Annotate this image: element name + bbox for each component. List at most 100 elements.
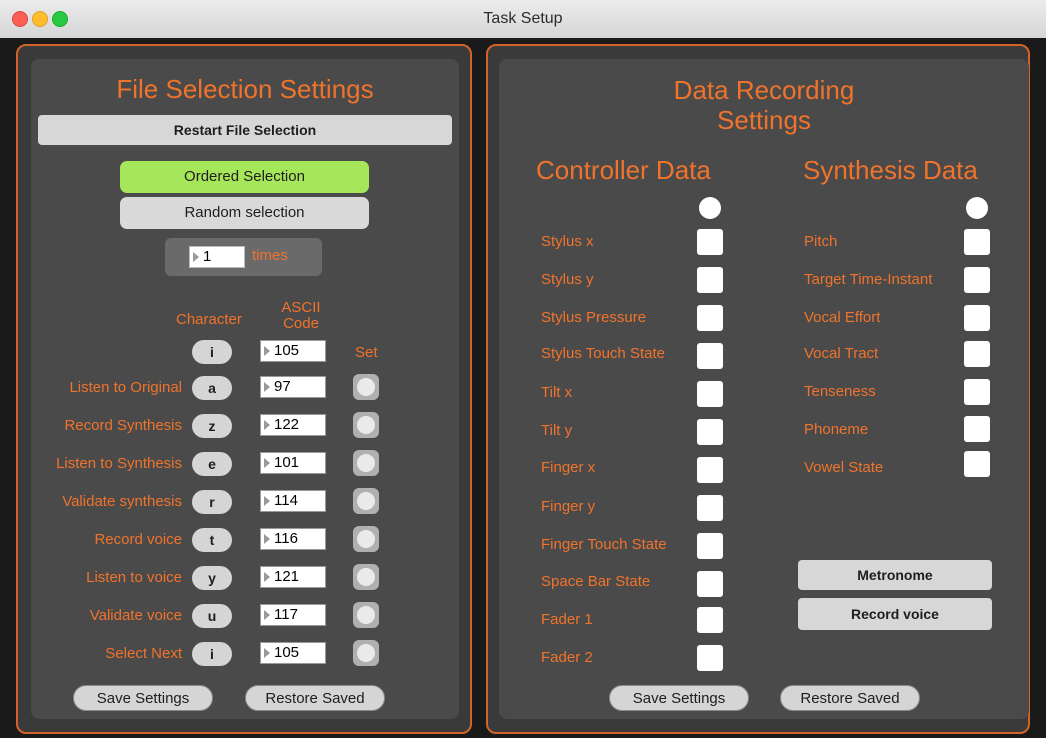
ascii-code-input[interactable]: 105: [260, 340, 326, 362]
set-button[interactable]: [353, 374, 379, 400]
controller-data-heading: Controller Data: [536, 155, 711, 185]
controller-item-label: Space Bar State: [541, 573, 651, 590]
controller-item-checkbox[interactable]: [697, 607, 723, 633]
controller-item-label: Finger y: [541, 498, 596, 515]
controller-item-checkbox[interactable]: [697, 645, 723, 671]
controller-item-label: Stylus x: [541, 233, 594, 250]
controller-item-label: Fader 1: [541, 611, 593, 628]
controller-item-checkbox[interactable]: [697, 533, 723, 559]
controller-item-label: Tilt y: [541, 422, 573, 439]
controller-item-checkbox[interactable]: [697, 343, 723, 369]
key-button[interactable]: y: [192, 566, 232, 590]
number-arrow-icon: [264, 346, 270, 356]
file-selection-heading: File Selection Settings: [116, 74, 374, 104]
ascii-code-input[interactable]: 105: [260, 642, 326, 664]
save-settings-button-right[interactable]: Save Settings: [609, 685, 749, 711]
action-label-record-synthesis: Record Synthesis: [64, 417, 182, 434]
key-button[interactable]: z: [192, 414, 232, 438]
key-button[interactable]: i: [192, 642, 232, 666]
synthesis-item-checkbox[interactable]: [964, 267, 990, 293]
window-title: Task Setup: [483, 10, 563, 27]
controller-item-label: Finger Touch State: [541, 536, 667, 553]
window-content: File Selection Settings Restart File Sel…: [0, 38, 1046, 738]
controller-item-checkbox[interactable]: [697, 305, 723, 331]
controller-item-checkbox[interactable]: [697, 495, 723, 521]
ascii-code-input[interactable]: 101: [260, 452, 326, 474]
synthesis-item-label: Vocal Effort: [804, 309, 881, 326]
synthesis-item-checkbox[interactable]: [964, 229, 990, 255]
key-button[interactable]: e: [192, 452, 232, 476]
column-character-label: Character: [176, 311, 242, 328]
ascii-code-input[interactable]: 121: [260, 566, 326, 588]
synthesis-item-label: Tenseness: [804, 383, 876, 400]
ascii-code-input[interactable]: 116: [260, 528, 326, 550]
key-button[interactable]: a: [192, 376, 232, 400]
controller-select-all-radio[interactable]: [699, 197, 721, 219]
restart-file-selection-button[interactable]: Restart File Selection: [38, 115, 452, 145]
synthesis-item-label: Vocal Tract: [804, 345, 879, 362]
title-bar: Task Setup: [0, 0, 1046, 39]
synthesis-item-checkbox[interactable]: [964, 341, 990, 367]
number-arrow-icon: [264, 648, 270, 658]
number-arrow-icon: [264, 610, 270, 620]
ascii-code-input[interactable]: 114: [260, 490, 326, 512]
controller-item-checkbox[interactable]: [697, 419, 723, 445]
number-arrow-icon: [264, 572, 270, 582]
set-button[interactable]: [353, 564, 379, 590]
action-label-record-voice: Record voice: [94, 531, 182, 548]
controller-item-label: Stylus Pressure: [541, 309, 647, 326]
column-ascii-label: ASCII Code: [281, 299, 321, 332]
set-button[interactable]: [353, 526, 379, 552]
times-input[interactable]: 1: [189, 246, 245, 268]
controller-item-label: Finger x: [541, 459, 596, 476]
synthesis-item-checkbox[interactable]: [964, 451, 990, 477]
controller-item-label: Tilt x: [541, 384, 573, 401]
synthesis-select-all-radio[interactable]: [966, 197, 988, 219]
number-arrow-icon: [264, 534, 270, 544]
controller-item-checkbox[interactable]: [697, 457, 723, 483]
column-set-label: Set: [355, 344, 378, 361]
synthesis-item-label: Phoneme: [804, 421, 869, 438]
controller-item-checkbox[interactable]: [697, 267, 723, 293]
key-button[interactable]: i: [192, 340, 232, 364]
action-label-listen-synthesis: Listen to Synthesis: [56, 455, 182, 472]
synthesis-item-checkbox[interactable]: [964, 416, 990, 442]
key-button[interactable]: r: [192, 490, 232, 514]
metronome-button[interactable]: Metronome: [798, 560, 992, 590]
action-label-select-next: Select Next: [105, 645, 182, 662]
synthesis-item-label: Pitch: [804, 233, 838, 250]
controller-item-checkbox[interactable]: [697, 381, 723, 407]
key-button[interactable]: u: [192, 604, 232, 628]
ascii-code-input[interactable]: 122: [260, 414, 326, 436]
restore-saved-button[interactable]: Restore Saved: [245, 685, 385, 711]
ordered-selection-button[interactable]: Ordered Selection: [120, 161, 369, 193]
set-button[interactable]: [353, 450, 379, 476]
controller-item-checkbox[interactable]: [697, 229, 723, 255]
number-arrow-icon: [264, 420, 270, 430]
synthesis-item-label: Target Time-Instant: [804, 271, 933, 288]
set-button[interactable]: [353, 602, 379, 628]
times-label: times: [252, 247, 288, 264]
synthesis-item-checkbox[interactable]: [964, 379, 990, 405]
action-label-listen-voice: Listen to voice: [86, 569, 182, 586]
ascii-code-input[interactable]: 117: [260, 604, 326, 626]
data-recording-heading: Data Recording Settings: [673, 75, 855, 135]
save-settings-button[interactable]: Save Settings: [73, 685, 213, 711]
set-button[interactable]: [353, 488, 379, 514]
controller-item-label: Stylus Touch State: [541, 345, 665, 362]
controller-item-checkbox[interactable]: [697, 571, 723, 597]
synthesis-data-heading: Synthesis Data: [803, 155, 978, 185]
times-group: 1 times: [165, 238, 322, 276]
set-button[interactable]: [353, 640, 379, 666]
random-selection-button[interactable]: Random selection: [120, 197, 369, 229]
number-arrow-icon: [264, 458, 270, 468]
number-arrow-icon: [264, 496, 270, 506]
action-label-validate-synthesis: Validate synthesis: [62, 493, 182, 510]
synthesis-item-checkbox[interactable]: [964, 305, 990, 331]
ascii-code-input[interactable]: 97: [260, 376, 326, 398]
key-button[interactable]: t: [192, 528, 232, 552]
restore-saved-button-right[interactable]: Restore Saved: [780, 685, 920, 711]
record-voice-button[interactable]: Record voice: [798, 598, 992, 630]
set-button[interactable]: [353, 412, 379, 438]
action-label-validate-voice: Validate voice: [89, 607, 182, 624]
